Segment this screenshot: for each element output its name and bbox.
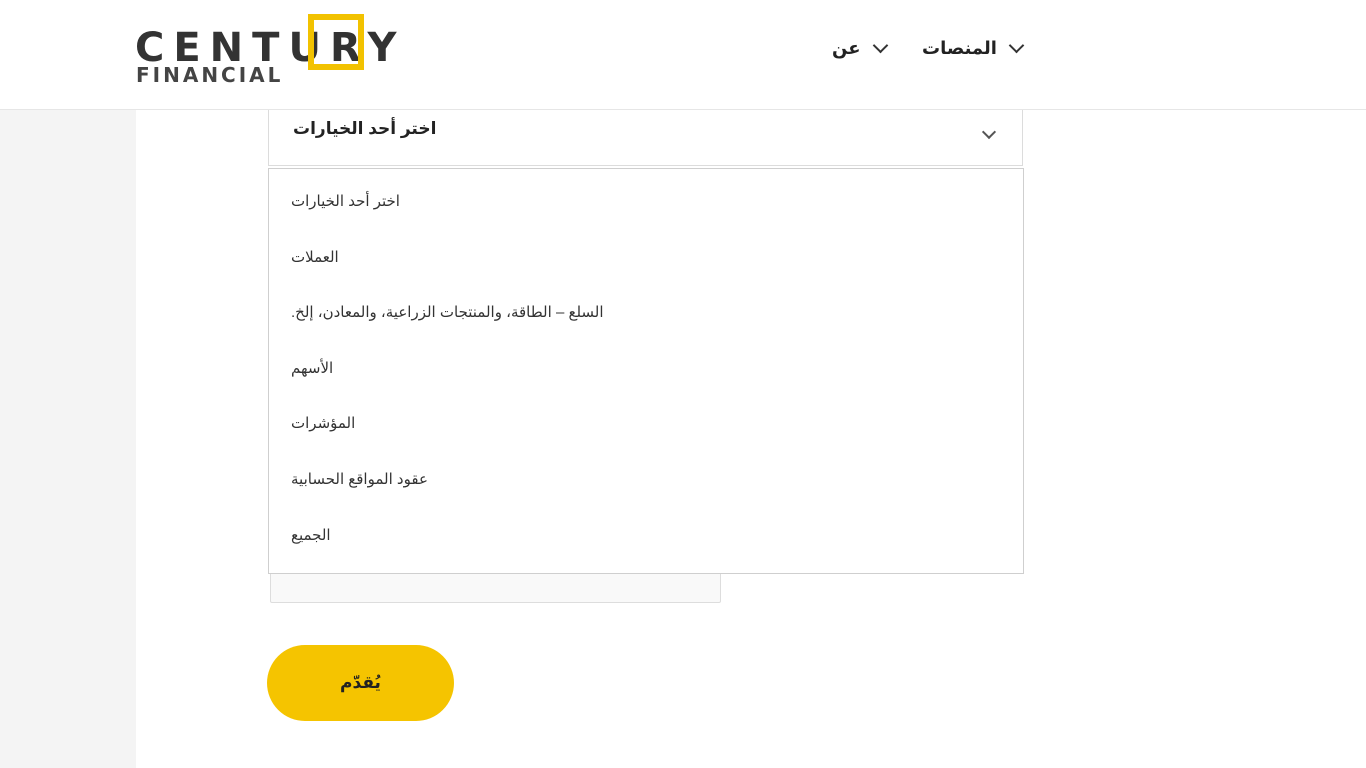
submit-button[interactable]: يُقدّم bbox=[267, 645, 454, 721]
site-header: CENTURY FINANCIAL المنصات عن bbox=[0, 0, 1366, 110]
nav-about-label: عن bbox=[832, 37, 861, 58]
dropdown-option[interactable]: الأسهم bbox=[291, 359, 333, 377]
dropdown-option[interactable]: السلع – الطاقة، والمنتجات الزراعية، والم… bbox=[291, 303, 604, 321]
dropdown-option[interactable]: العملات bbox=[291, 248, 339, 266]
nav-platforms[interactable]: المنصات bbox=[922, 34, 1025, 62]
market-select[interactable]: اختر أحد الخيارات bbox=[268, 110, 1023, 166]
chevron-down-icon bbox=[1008, 37, 1025, 53]
dropdown-option[interactable]: عقود المواقع الحسابية bbox=[291, 470, 428, 488]
logo-wordmark: CENTURY bbox=[135, 28, 406, 68]
dropdown-option[interactable]: المؤشرات bbox=[291, 414, 355, 432]
nav-about[interactable]: عن bbox=[832, 34, 888, 62]
chevron-down-icon bbox=[872, 37, 888, 53]
chevron-down-icon bbox=[981, 124, 997, 140]
dropdown-option[interactable]: الجميع bbox=[291, 526, 331, 544]
left-background-strip bbox=[0, 110, 136, 768]
nav-platforms-label: المنصات bbox=[922, 37, 997, 58]
logo-subtitle: FINANCIAL bbox=[136, 63, 284, 87]
select-current-value: اختر أحد الخيارات bbox=[293, 119, 437, 138]
logo-u-frame bbox=[308, 14, 364, 70]
dropdown-option[interactable]: اختر أحد الخيارات bbox=[291, 192, 400, 210]
century-financial-logo[interactable]: CENTURY FINANCIAL bbox=[135, 14, 455, 86]
select-dropdown-list: اختر أحد الخيارات العملات السلع – الطاقة… bbox=[268, 168, 1024, 574]
